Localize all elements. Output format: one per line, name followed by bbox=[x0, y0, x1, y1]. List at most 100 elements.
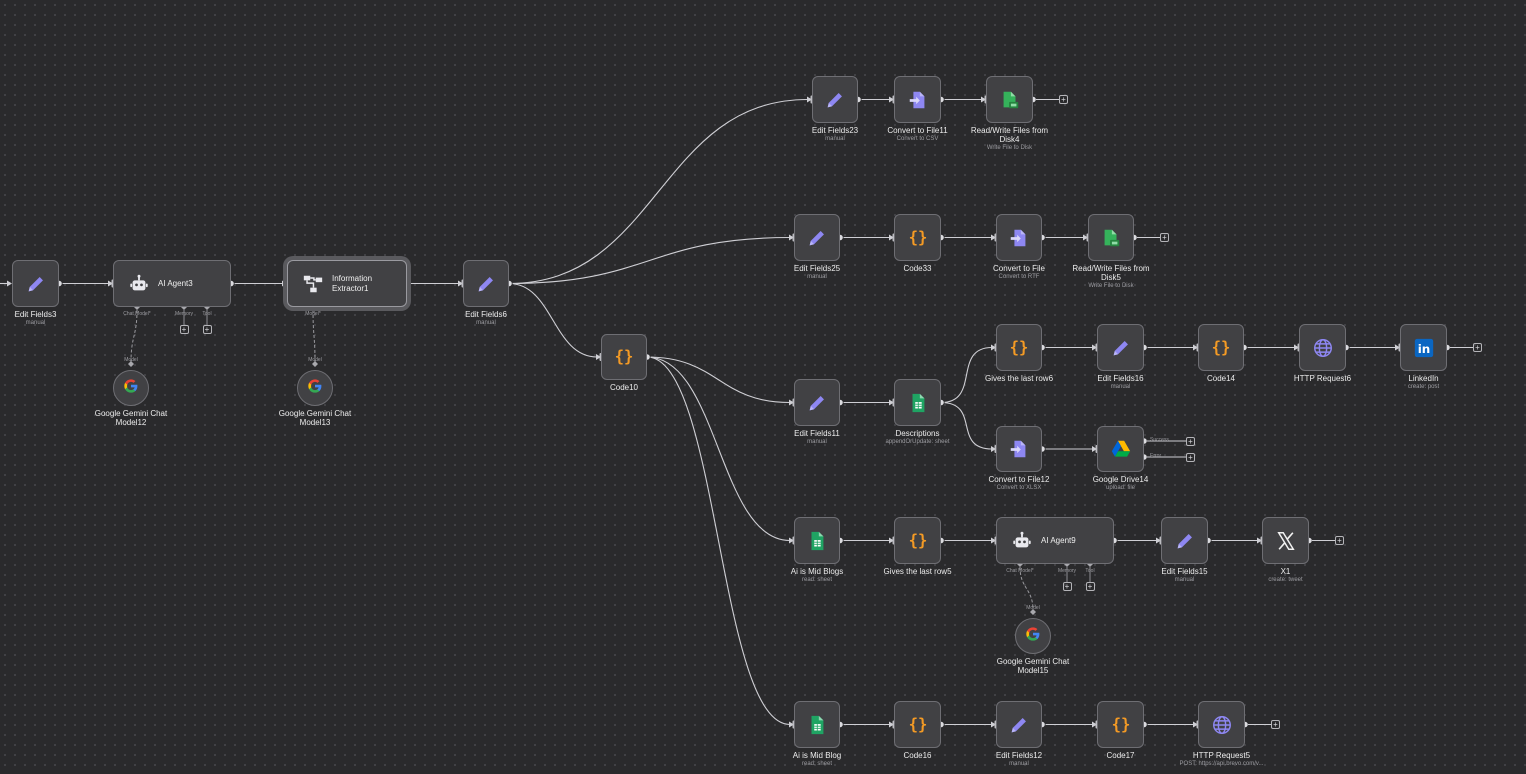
add-node-button[interactable]: + bbox=[1186, 436, 1195, 446]
google-drive-icon bbox=[1110, 438, 1132, 460]
node-subtitle: Write File to Disk bbox=[986, 145, 1033, 151]
svg-text:{}: {} bbox=[908, 228, 927, 246]
node-title: Code10 bbox=[609, 383, 639, 392]
node-ai-is-mid-blogs[interactable] bbox=[794, 517, 840, 564]
linkedin-icon: in bbox=[1413, 337, 1435, 359]
disk-file-icon bbox=[999, 89, 1021, 111]
node-edit-fields12[interactable] bbox=[996, 701, 1042, 748]
node-subtitle: manual bbox=[25, 320, 46, 326]
tree-icon bbox=[302, 273, 324, 295]
node-convert-file[interactable] bbox=[996, 214, 1042, 261]
node-code33[interactable]: {} bbox=[894, 214, 941, 261]
svg-text:{}: {} bbox=[1111, 715, 1130, 733]
node-title: Information Extractor1 bbox=[332, 273, 373, 293]
add-node-button[interactable]: + bbox=[1186, 452, 1195, 462]
svg-text:{}: {} bbox=[1010, 338, 1029, 356]
node-ai-is-mid-blog[interactable] bbox=[794, 701, 840, 748]
node-subtitle: create: tweet bbox=[1268, 577, 1303, 583]
node-edit-fields11[interactable] bbox=[794, 379, 840, 426]
node-subtitle: Write File to Disk bbox=[1088, 283, 1134, 289]
node-title: Google Gemini Chat Model12 bbox=[94, 409, 168, 427]
node-rw-disk4[interactable] bbox=[986, 76, 1033, 123]
node-edit-fields6[interactable] bbox=[463, 260, 509, 307]
pencil-icon bbox=[806, 227, 828, 249]
node-subtitle: manual bbox=[1009, 761, 1029, 767]
node-linkedin[interactable]: in bbox=[1400, 324, 1447, 371]
node-info-extractor1[interactable]: Information Extractor1 bbox=[287, 260, 407, 307]
node-title: Read/Write Files from Disk5 bbox=[1072, 264, 1150, 282]
disk-file-icon bbox=[1100, 227, 1122, 249]
node-gemini12[interactable] bbox=[113, 370, 149, 406]
svg-text:in: in bbox=[1417, 342, 1430, 356]
node-code10[interactable]: {} bbox=[601, 334, 647, 380]
output-error-label: Error bbox=[1150, 453, 1162, 459]
node-gemini15[interactable] bbox=[1015, 618, 1051, 654]
node-edit-fields15[interactable] bbox=[1161, 517, 1208, 564]
file-convert-icon bbox=[907, 89, 929, 111]
node-subtitle: manual bbox=[476, 320, 496, 326]
node-title: Google Drive14 bbox=[1092, 475, 1149, 484]
connection-edit_fields6-edit_fields23 bbox=[508, 98, 809, 285]
node-gemini13[interactable] bbox=[297, 370, 333, 406]
connections-layer bbox=[0, 95, 1473, 729]
pencil-icon bbox=[806, 392, 828, 414]
node-subtitle: read: sheet bbox=[801, 577, 833, 583]
node-subtitle: POST: https://api.brevo.com/v... bbox=[1179, 761, 1264, 767]
svg-text:{}: {} bbox=[908, 531, 927, 549]
code-icon: {} bbox=[907, 714, 929, 736]
add-sub-node-button[interactable]: + bbox=[1085, 582, 1095, 591]
add-sub-node-button[interactable]: + bbox=[1062, 582, 1072, 591]
code-icon: {} bbox=[1110, 714, 1132, 736]
node-subtitle: upload: file bbox=[1105, 485, 1136, 491]
add-node-button[interactable]: + bbox=[1335, 536, 1344, 545]
add-sub-node-button[interactable]: + bbox=[202, 325, 212, 334]
node-code14[interactable]: {} bbox=[1198, 324, 1244, 371]
svg-text:{}: {} bbox=[615, 348, 634, 366]
node-title: Edit Fields3 bbox=[14, 310, 57, 319]
node-convert-file11[interactable] bbox=[894, 76, 941, 123]
node-convert-file12[interactable] bbox=[996, 426, 1042, 472]
node-gives-last-row5[interactable]: {} bbox=[894, 517, 941, 564]
code-icon: {} bbox=[1008, 337, 1030, 359]
connection-code10-ai_is_mid_blog bbox=[646, 356, 791, 726]
add-sub-node-button[interactable]: + bbox=[179, 325, 189, 334]
port-label: Chat Model* bbox=[123, 311, 151, 317]
node-subtitle: manual bbox=[1110, 384, 1131, 390]
add-node-button[interactable]: + bbox=[1271, 720, 1280, 729]
node-gives-last-row6[interactable]: {} bbox=[996, 324, 1042, 371]
node-ai-agent9[interactable]: AI Agent9 bbox=[996, 517, 1114, 564]
file-convert-icon bbox=[1008, 438, 1030, 460]
node-subtitle: appendOrUpdate: sheet bbox=[885, 439, 950, 445]
file-convert-icon bbox=[1008, 227, 1030, 249]
node-title: Read/Write Files from Disk4 bbox=[970, 126, 1049, 144]
node-rw-disk5[interactable] bbox=[1088, 214, 1134, 261]
google-icon bbox=[123, 378, 139, 399]
node-descriptions[interactable] bbox=[894, 379, 941, 426]
node-title: Gives the last row5 bbox=[883, 567, 952, 576]
add-node-button[interactable]: + bbox=[1473, 343, 1482, 352]
add-node-button[interactable]: + bbox=[1160, 233, 1169, 242]
node-http-request6[interactable] bbox=[1299, 324, 1346, 371]
model-connection bbox=[312, 309, 316, 363]
node-title: LinkedIn bbox=[1408, 374, 1439, 383]
node-title: Edit Fields6 bbox=[465, 310, 507, 319]
pencil-icon bbox=[475, 273, 497, 295]
robot-icon bbox=[1011, 530, 1033, 552]
node-ai-agent3[interactable]: AI Agent3 bbox=[113, 260, 231, 307]
node-edit-fields23[interactable] bbox=[812, 76, 858, 123]
node-code16[interactable]: {} bbox=[894, 701, 941, 748]
robot-icon bbox=[128, 273, 150, 295]
node-title: Google Gemini Chat Model13 bbox=[278, 409, 352, 427]
google-icon bbox=[1025, 626, 1041, 647]
node-x1[interactable] bbox=[1262, 517, 1309, 564]
node-edit-fields25[interactable] bbox=[794, 214, 840, 261]
node-edit-fields3[interactable] bbox=[12, 260, 59, 307]
node-subtitle: create: post bbox=[1407, 384, 1440, 390]
node-code17[interactable]: {} bbox=[1097, 701, 1144, 748]
node-edit-fields16[interactable] bbox=[1097, 324, 1144, 371]
node-http-request5[interactable] bbox=[1198, 701, 1245, 748]
code-icon: {} bbox=[907, 227, 929, 249]
add-node-button[interactable]: + bbox=[1059, 95, 1068, 104]
node-title: HTTP Request5 bbox=[1192, 751, 1251, 760]
node-google-drive14[interactable] bbox=[1097, 426, 1144, 472]
